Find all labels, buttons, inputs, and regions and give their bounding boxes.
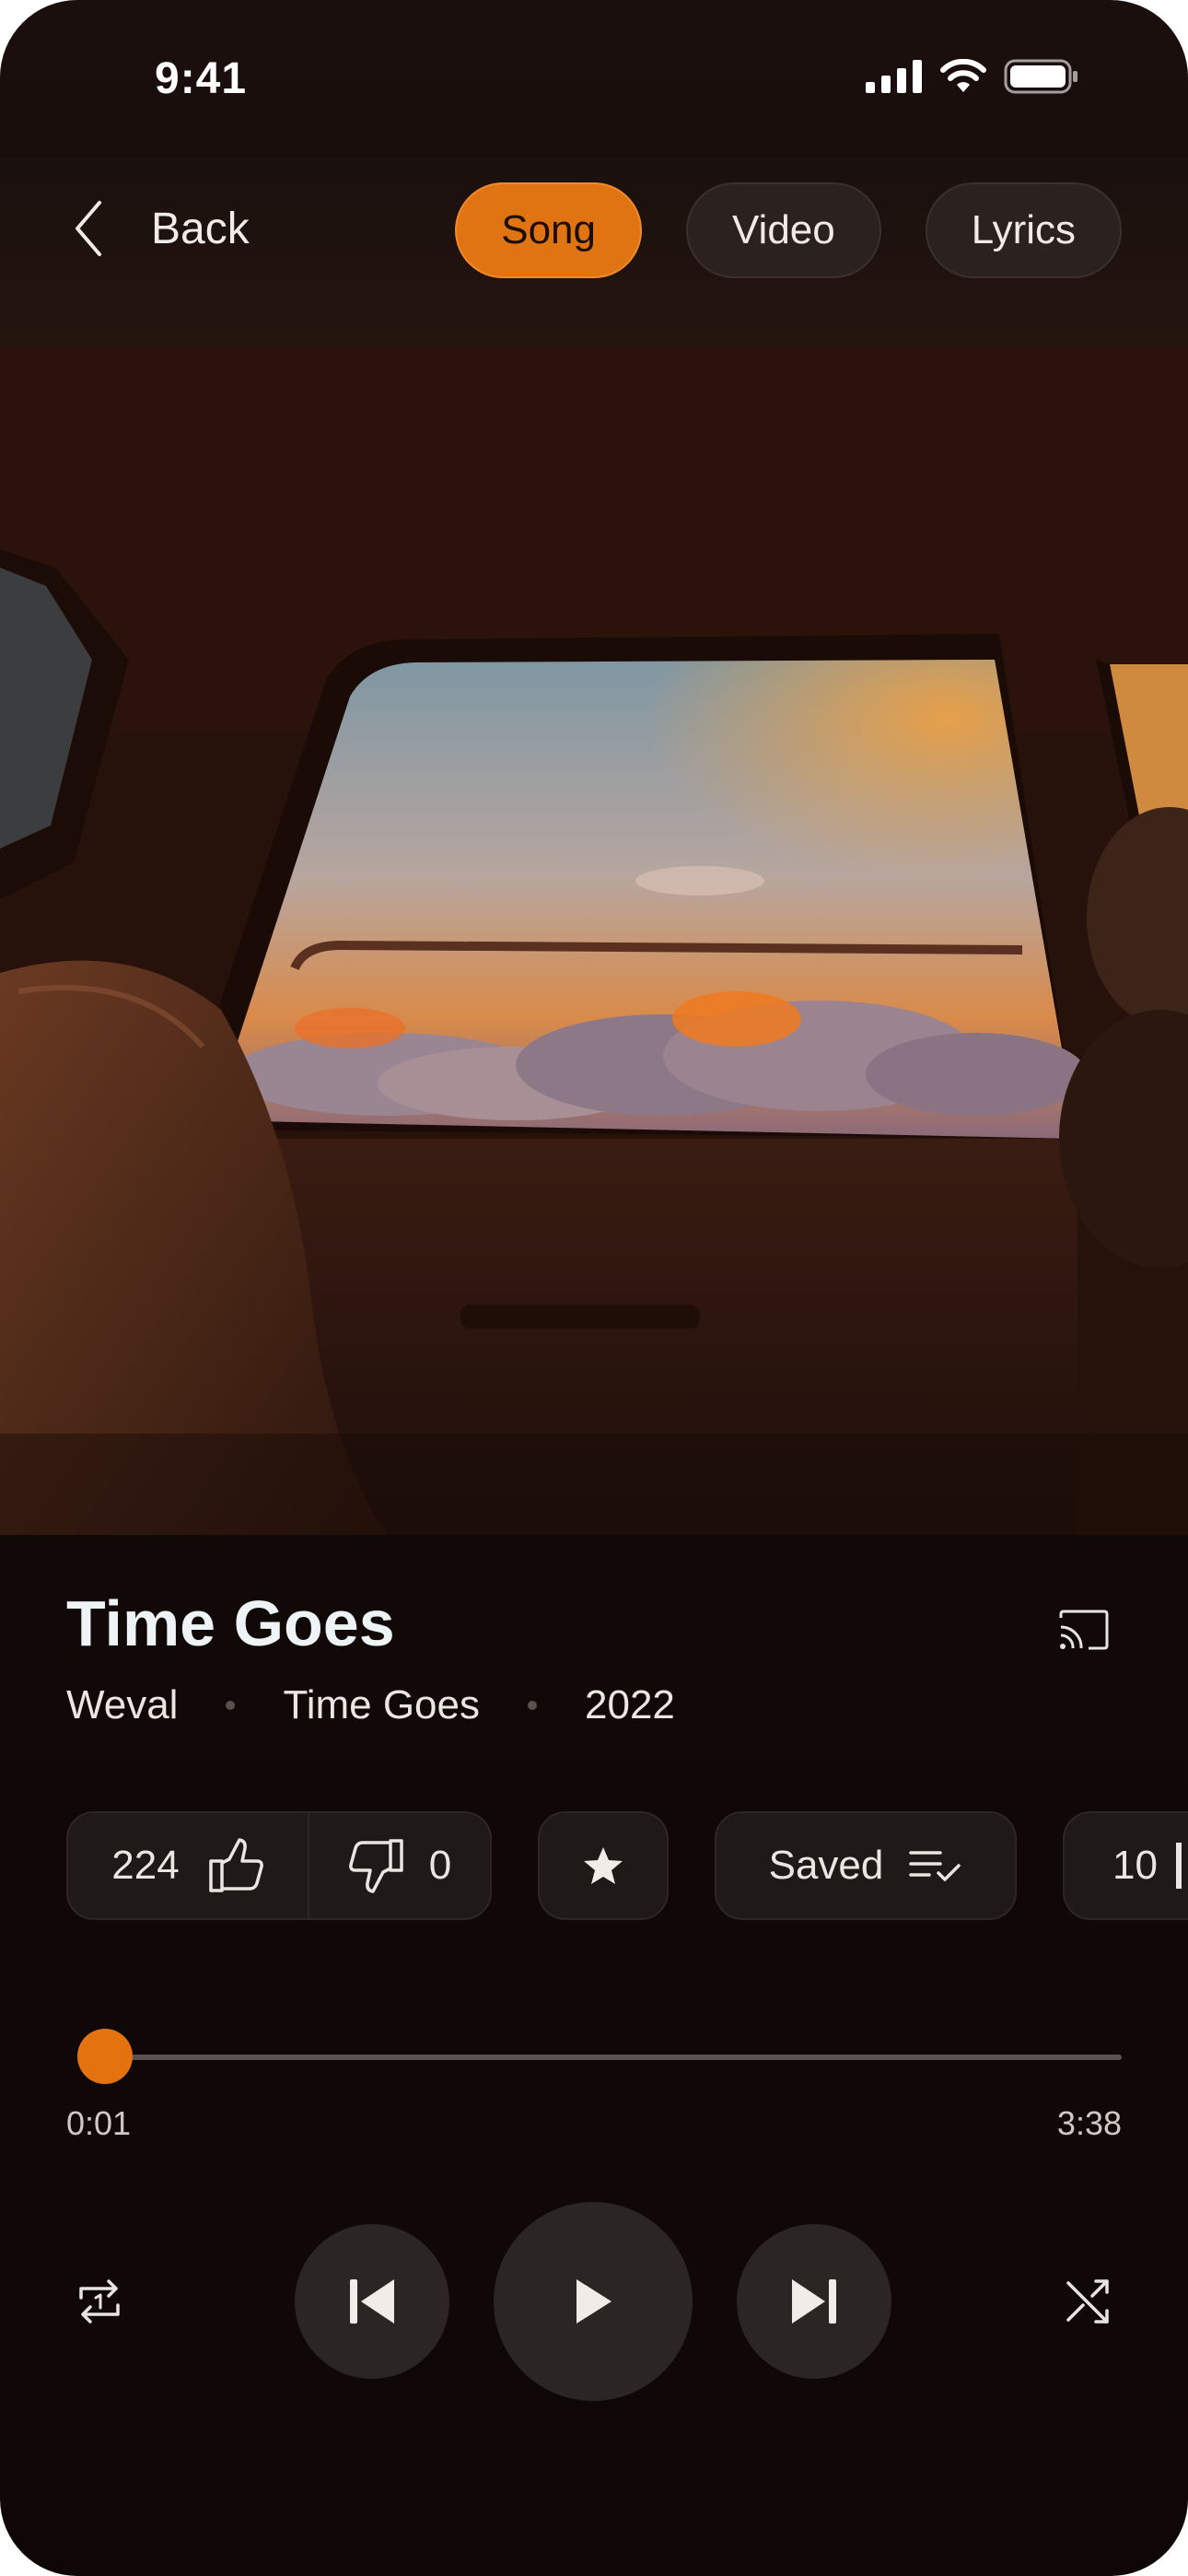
signal-icon xyxy=(866,60,922,93)
action-row: 224 0 Saved 10 xyxy=(66,1811,1188,1920)
more-count: 10 xyxy=(1112,1843,1158,1888)
album-artwork xyxy=(0,346,1188,1535)
more-actions-pill[interactable]: 10 xyxy=(1063,1811,1188,1920)
progress-track[interactable] xyxy=(99,2055,1122,2060)
playlist-check-icon xyxy=(909,1851,961,1881)
album-link[interactable]: Time Goes xyxy=(283,1682,480,1728)
release-year: 2022 xyxy=(585,1682,675,1727)
battery-icon xyxy=(1004,59,1077,94)
previous-button[interactable] xyxy=(295,2224,449,2379)
progress-thumb[interactable] xyxy=(76,2029,133,2084)
like-button[interactable]: 224 xyxy=(68,1813,309,1918)
more-icon xyxy=(1175,1843,1182,1889)
separator-dot xyxy=(528,1701,537,1710)
tab-song[interactable]: Song xyxy=(455,182,642,278)
dislike-count: 0 xyxy=(428,1843,452,1888)
song-meta: Weval Time Goes 2022 xyxy=(66,1682,675,1728)
play-icon xyxy=(577,2279,611,2324)
album-artwork-image xyxy=(0,346,1188,1535)
status-bar: 9:41 xyxy=(0,0,1188,157)
play-button[interactable] xyxy=(494,2202,693,2401)
next-icon xyxy=(792,2279,836,2324)
back-button[interactable]: Back xyxy=(74,201,250,256)
wifi-icon xyxy=(940,59,986,92)
repeat-button[interactable] xyxy=(64,2272,134,2331)
status-icons xyxy=(866,59,1079,94)
song-title: Time Goes xyxy=(66,1587,395,1659)
tab-video[interactable]: Video xyxy=(685,182,881,278)
cast-icon[interactable] xyxy=(1057,1609,1111,1651)
thumbs-up-icon xyxy=(208,1838,263,1892)
total-time: 3:38 xyxy=(1056,2104,1122,2142)
back-chevron-icon xyxy=(76,201,101,256)
elapsed-time: 0:01 xyxy=(66,2104,132,2142)
view-tabs: Song Video Lyrics xyxy=(455,182,1122,278)
like-count: 224 xyxy=(111,1843,180,1888)
next-button[interactable] xyxy=(737,2224,891,2379)
tab-lyrics[interactable]: Lyrics xyxy=(925,182,1122,278)
dislike-button[interactable]: 0 xyxy=(309,1813,490,1918)
saved-button[interactable]: Saved xyxy=(715,1811,1017,1920)
like-dislike-group: 224 0 xyxy=(66,1811,492,1920)
status-time: 9:41 xyxy=(155,54,248,103)
star-icon xyxy=(584,1847,623,1884)
separator-dot xyxy=(226,1701,236,1710)
player-screen: 9:41 Back Song Video Lyrics Time Goes We… xyxy=(0,0,1188,2576)
shuffle-icon xyxy=(1066,2279,1109,2324)
repeat-one-icon xyxy=(79,2279,120,2324)
thumbs-down-icon xyxy=(348,1839,403,1893)
back-label: Back xyxy=(151,204,250,253)
favorite-button[interactable] xyxy=(538,1811,669,1920)
player-header: Back Song Video Lyrics xyxy=(0,157,1188,346)
saved-label: Saved xyxy=(768,1843,884,1888)
artist-link[interactable]: Weval xyxy=(66,1682,178,1728)
previous-icon xyxy=(350,2279,394,2324)
shuffle-button[interactable] xyxy=(1054,2272,1124,2331)
